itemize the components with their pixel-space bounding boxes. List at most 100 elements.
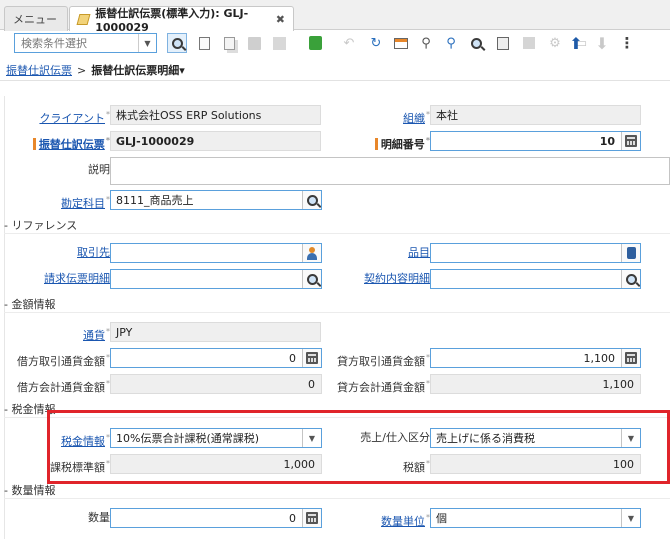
process-button[interactable]: ⚙	[545, 33, 565, 53]
product-search-button[interactable]	[621, 244, 640, 262]
calculator-button[interactable]	[302, 509, 321, 527]
close-icon[interactable]: ✖	[276, 13, 285, 26]
breadcrumb-current[interactable]: 振替仕訳伝票明細▾	[91, 62, 185, 78]
search-criteria-select[interactable]: 検索条件選択 ▼	[14, 33, 157, 53]
dr-acct-label: 借方会計通貨金額*	[17, 379, 110, 394]
search-icon	[306, 273, 318, 285]
search-icon	[171, 37, 183, 49]
trash-icon	[308, 36, 322, 50]
save-button[interactable]	[244, 33, 264, 53]
currency-field[interactable]: JPY	[110, 322, 321, 342]
qty-field[interactable]: 0	[110, 508, 322, 528]
save-new-icon	[272, 36, 286, 50]
product-icon	[626, 247, 636, 259]
dr-source-value: 0	[289, 351, 296, 365]
archive-icon	[523, 37, 535, 49]
header-divider	[0, 80, 670, 81]
copy-record-button[interactable]	[219, 33, 239, 53]
product-field[interactable]	[430, 243, 641, 263]
search-button[interactable]	[167, 33, 187, 53]
description-field[interactable]	[110, 157, 670, 185]
account-label: 勘定科目*	[61, 195, 110, 210]
undo-button[interactable]: ↶	[339, 33, 359, 53]
tab-journal[interactable]: 振替仕訳伝票(標準入力): GLJ-1000029 ✖	[69, 6, 294, 34]
form-left-rule	[4, 96, 5, 539]
contract-line-field[interactable]	[430, 269, 641, 289]
section-divider	[4, 233, 670, 234]
detail-record-button[interactable]: ⬇	[592, 33, 612, 53]
breadcrumb-separator: >	[77, 63, 87, 77]
dr-source-label: 借方取引通貨金額*	[17, 353, 110, 368]
paperclip-icon: ⚲	[421, 35, 431, 51]
dr-source-field[interactable]: 0	[110, 348, 322, 368]
person-icon	[307, 246, 317, 260]
breadcrumb: 振替仕訳伝票 > 振替仕訳伝票明細▾	[6, 62, 185, 78]
invoice-line-search-button[interactable]	[302, 270, 321, 288]
bpartner-label: 取引先	[77, 246, 110, 259]
more-menu-button[interactable]: ⋮	[617, 33, 637, 53]
cr-acct-value: 1,100	[602, 377, 635, 391]
report-button[interactable]	[493, 33, 513, 53]
contract-line-label: 契約内容明細	[364, 272, 430, 285]
archive-button[interactable]	[519, 33, 539, 53]
org-label: 組織*	[403, 110, 430, 125]
calculator-icon	[306, 352, 318, 364]
arrow-up-icon: ⬆	[569, 33, 583, 53]
bpartner-field[interactable]	[110, 243, 322, 263]
delete-button[interactable]	[305, 33, 325, 53]
calculator-button[interactable]	[621, 349, 640, 367]
invoice-line-field[interactable]	[110, 269, 322, 289]
dr-acct-field[interactable]: 0	[110, 374, 322, 394]
cr-source-field[interactable]: 1,100	[430, 348, 641, 368]
account-search-button[interactable]	[302, 191, 321, 209]
section-qty[interactable]: - 数量情報	[4, 482, 55, 498]
more-vertical-icon: ⋮	[619, 34, 635, 52]
breadcrumb-parent-link[interactable]: 振替仕訳伝票	[6, 62, 72, 78]
gear-icon: ⚙	[549, 35, 561, 51]
org-field[interactable]: 本社	[430, 105, 641, 125]
line-no-field[interactable]: 10	[430, 131, 641, 151]
tab-journal-label: 振替仕訳伝票(標準入力): GLJ-1000029	[95, 6, 249, 34]
qty-value: 0	[289, 511, 296, 525]
description-label: 説明	[88, 163, 110, 176]
attachment-button[interactable]: ⚲	[416, 33, 436, 53]
highlight-box	[47, 410, 670, 484]
section-amount[interactable]: - 金額情報	[4, 296, 55, 312]
section-reference[interactable]: - リファレンス	[4, 217, 77, 233]
refresh-button[interactable]: ↻	[366, 33, 386, 53]
invoice-line-label: 請求伝票明細	[44, 272, 110, 285]
client-field[interactable]: 株式会社OSS ERP Solutions	[110, 105, 321, 125]
tab-menu[interactable]: メニュー	[4, 6, 68, 31]
cr-acct-label: 貸方会計通貨金額*	[337, 379, 430, 394]
uom-label: 数量単位*	[381, 513, 430, 528]
chat-button[interactable]: ⚲	[441, 33, 461, 53]
uom-select[interactable]: 個 ▼	[430, 508, 641, 528]
search-icon	[625, 273, 637, 285]
chat-icon: ⚲	[446, 35, 456, 51]
calculator-button[interactable]	[621, 132, 640, 150]
new-record-button[interactable]	[194, 33, 214, 53]
copy-icon	[223, 36, 235, 50]
chevron-down-icon[interactable]: ▼	[621, 509, 640, 527]
cr-acct-field[interactable]: 1,100	[430, 374, 641, 394]
save-new-button[interactable]	[269, 33, 289, 53]
account-field[interactable]: 8111_商品売上	[110, 190, 322, 210]
report-icon	[497, 36, 509, 50]
calculator-button[interactable]	[302, 349, 321, 367]
parent-record-button[interactable]: ⬆	[566, 33, 586, 53]
new-record-icon	[198, 36, 210, 50]
contract-line-search-button[interactable]	[621, 270, 640, 288]
refresh-icon: ↻	[370, 35, 382, 51]
qty-label: 数量	[88, 511, 110, 524]
currency-value: JPY	[116, 325, 133, 339]
grid-toggle-button[interactable]	[391, 33, 411, 53]
uom-value: 個	[436, 512, 447, 525]
bpartner-search-button[interactable]	[302, 244, 321, 262]
journal-field[interactable]: GLJ-1000029	[110, 131, 321, 151]
dr-acct-value: 0	[308, 377, 315, 391]
zoom-across-button[interactable]	[466, 33, 486, 53]
line-no-label: 明細番号*	[330, 131, 430, 151]
cr-source-label: 貸方取引通貨金額*	[337, 353, 430, 368]
chevron-down-icon[interactable]: ▼	[138, 34, 156, 52]
org-value: 本社	[436, 109, 458, 122]
